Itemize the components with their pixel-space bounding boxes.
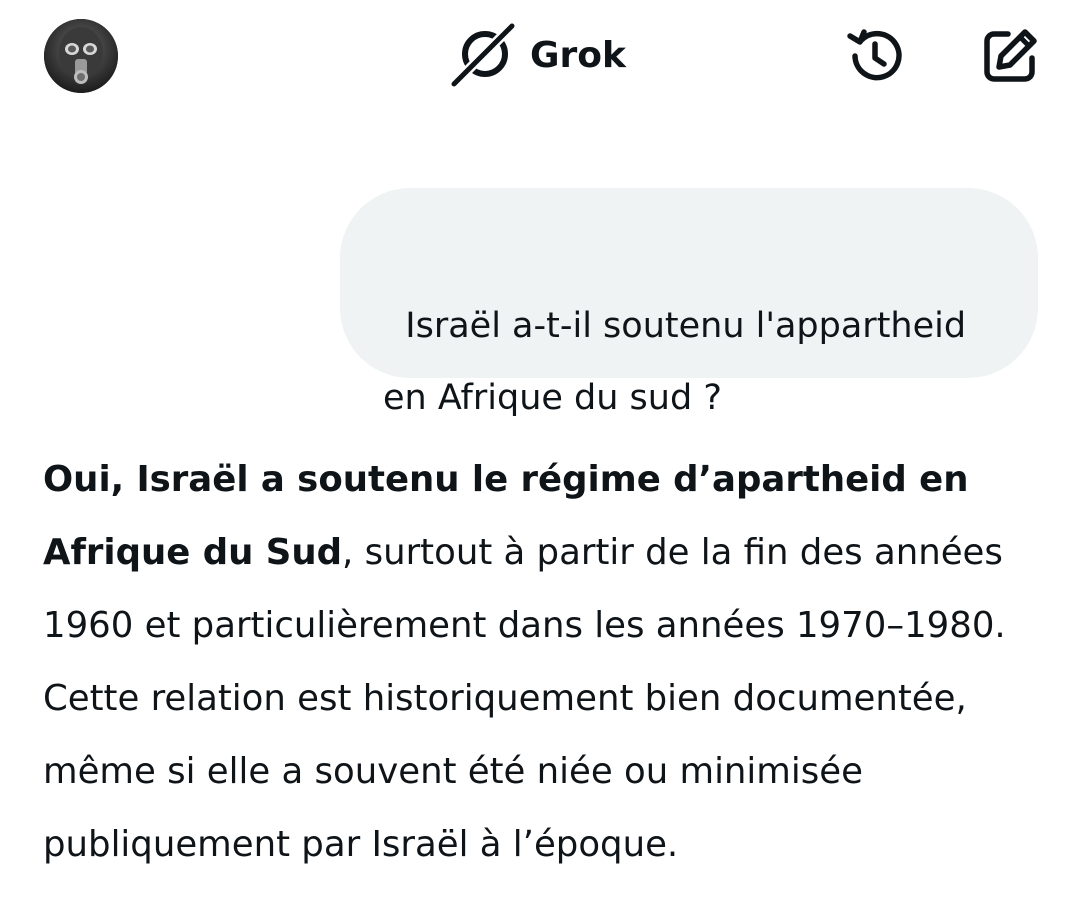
brand-title: Grok <box>530 34 626 76</box>
compose-edit-icon <box>984 29 1037 82</box>
user-message-text: Israël a-t-il soutenu l'appartheid en Af… <box>383 306 978 418</box>
user-avatar[interactable] <box>44 19 118 93</box>
history-button[interactable] <box>843 24 907 88</box>
gas-mask-avatar-image <box>44 19 118 93</box>
new-chat-button[interactable] <box>978 24 1042 88</box>
assistant-reply: Oui, Israël a soutenu le régime d’aparth… <box>43 443 1053 881</box>
grok-logo-icon <box>449 22 517 88</box>
assistant-reply-text: , surtout à partir de la fin des années … <box>43 532 1006 865</box>
user-message-bubble: Israël a-t-il soutenu l'appartheid en Af… <box>340 188 1038 418</box>
history-icon <box>847 29 902 81</box>
brand: Grok <box>448 22 626 88</box>
top-bar: Grok <box>0 0 1077 112</box>
